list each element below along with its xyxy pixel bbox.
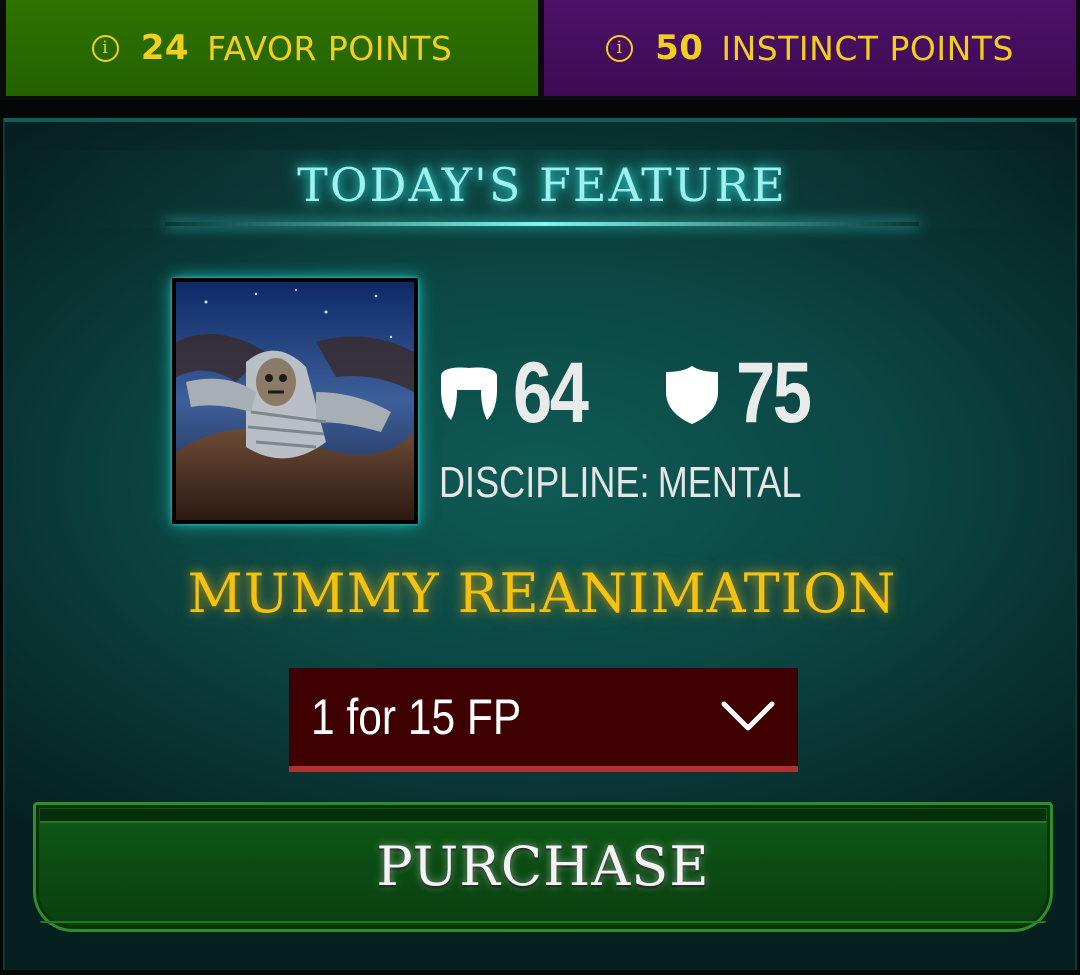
info-icon[interactable]: i xyxy=(606,34,634,62)
instinct-points-value: 50 xyxy=(655,28,704,68)
currency-bar: i 24 FAVOR POINTS i 50 INSTINCT POINTS xyxy=(0,0,1080,100)
discipline-value: MENTAL xyxy=(657,458,802,507)
info-icon[interactable]: i xyxy=(91,34,119,62)
shield-icon xyxy=(666,365,718,424)
fangs-icon xyxy=(441,366,497,420)
discipline-label: DISCIPLINE: xyxy=(439,458,650,507)
favor-points-pill[interactable]: i 24 FAVOR POINTS xyxy=(6,0,538,96)
title-divider xyxy=(165,222,919,226)
attack-stat: 64 xyxy=(437,344,603,443)
purchase-button-inner-line xyxy=(40,921,1046,923)
defense-stat: 75 xyxy=(660,344,826,443)
card-portrait[interactable] xyxy=(172,278,418,524)
favor-points-label: FAVOR POINTS xyxy=(207,28,453,68)
card-name: MUMMY REANIMATION xyxy=(187,562,897,625)
quantity-dropdown-value: 1 for 15 FP xyxy=(311,689,522,745)
instinct-points-label: INSTINCT POINTS xyxy=(721,28,1014,68)
feature-panel: TODAY'S FEATURE 64 75 DISCIPLINE: MENTAL… xyxy=(3,118,1077,970)
feature-title: TODAY'S FEATURE xyxy=(297,158,787,212)
attack-value: 64 xyxy=(513,345,589,441)
purchase-button[interactable]: PURCHASE xyxy=(33,802,1053,932)
store-screen: i 24 FAVOR POINTS i 50 INSTINCT POINTS T… xyxy=(0,0,1080,975)
favor-points-value: 24 xyxy=(140,28,190,68)
purchase-button-trim xyxy=(40,809,1046,823)
defense-value: 75 xyxy=(736,345,812,441)
discipline-line: DISCIPLINE: MENTAL xyxy=(439,458,801,508)
purchase-button-label: PURCHASE xyxy=(376,835,710,898)
chevron-down-icon[interactable] xyxy=(720,698,776,734)
mummy-portrait xyxy=(176,282,414,520)
instinct-points-pill[interactable]: i 50 INSTINCT POINTS xyxy=(544,0,1076,96)
quantity-dropdown[interactable]: 1 for 15 FP xyxy=(289,668,798,772)
